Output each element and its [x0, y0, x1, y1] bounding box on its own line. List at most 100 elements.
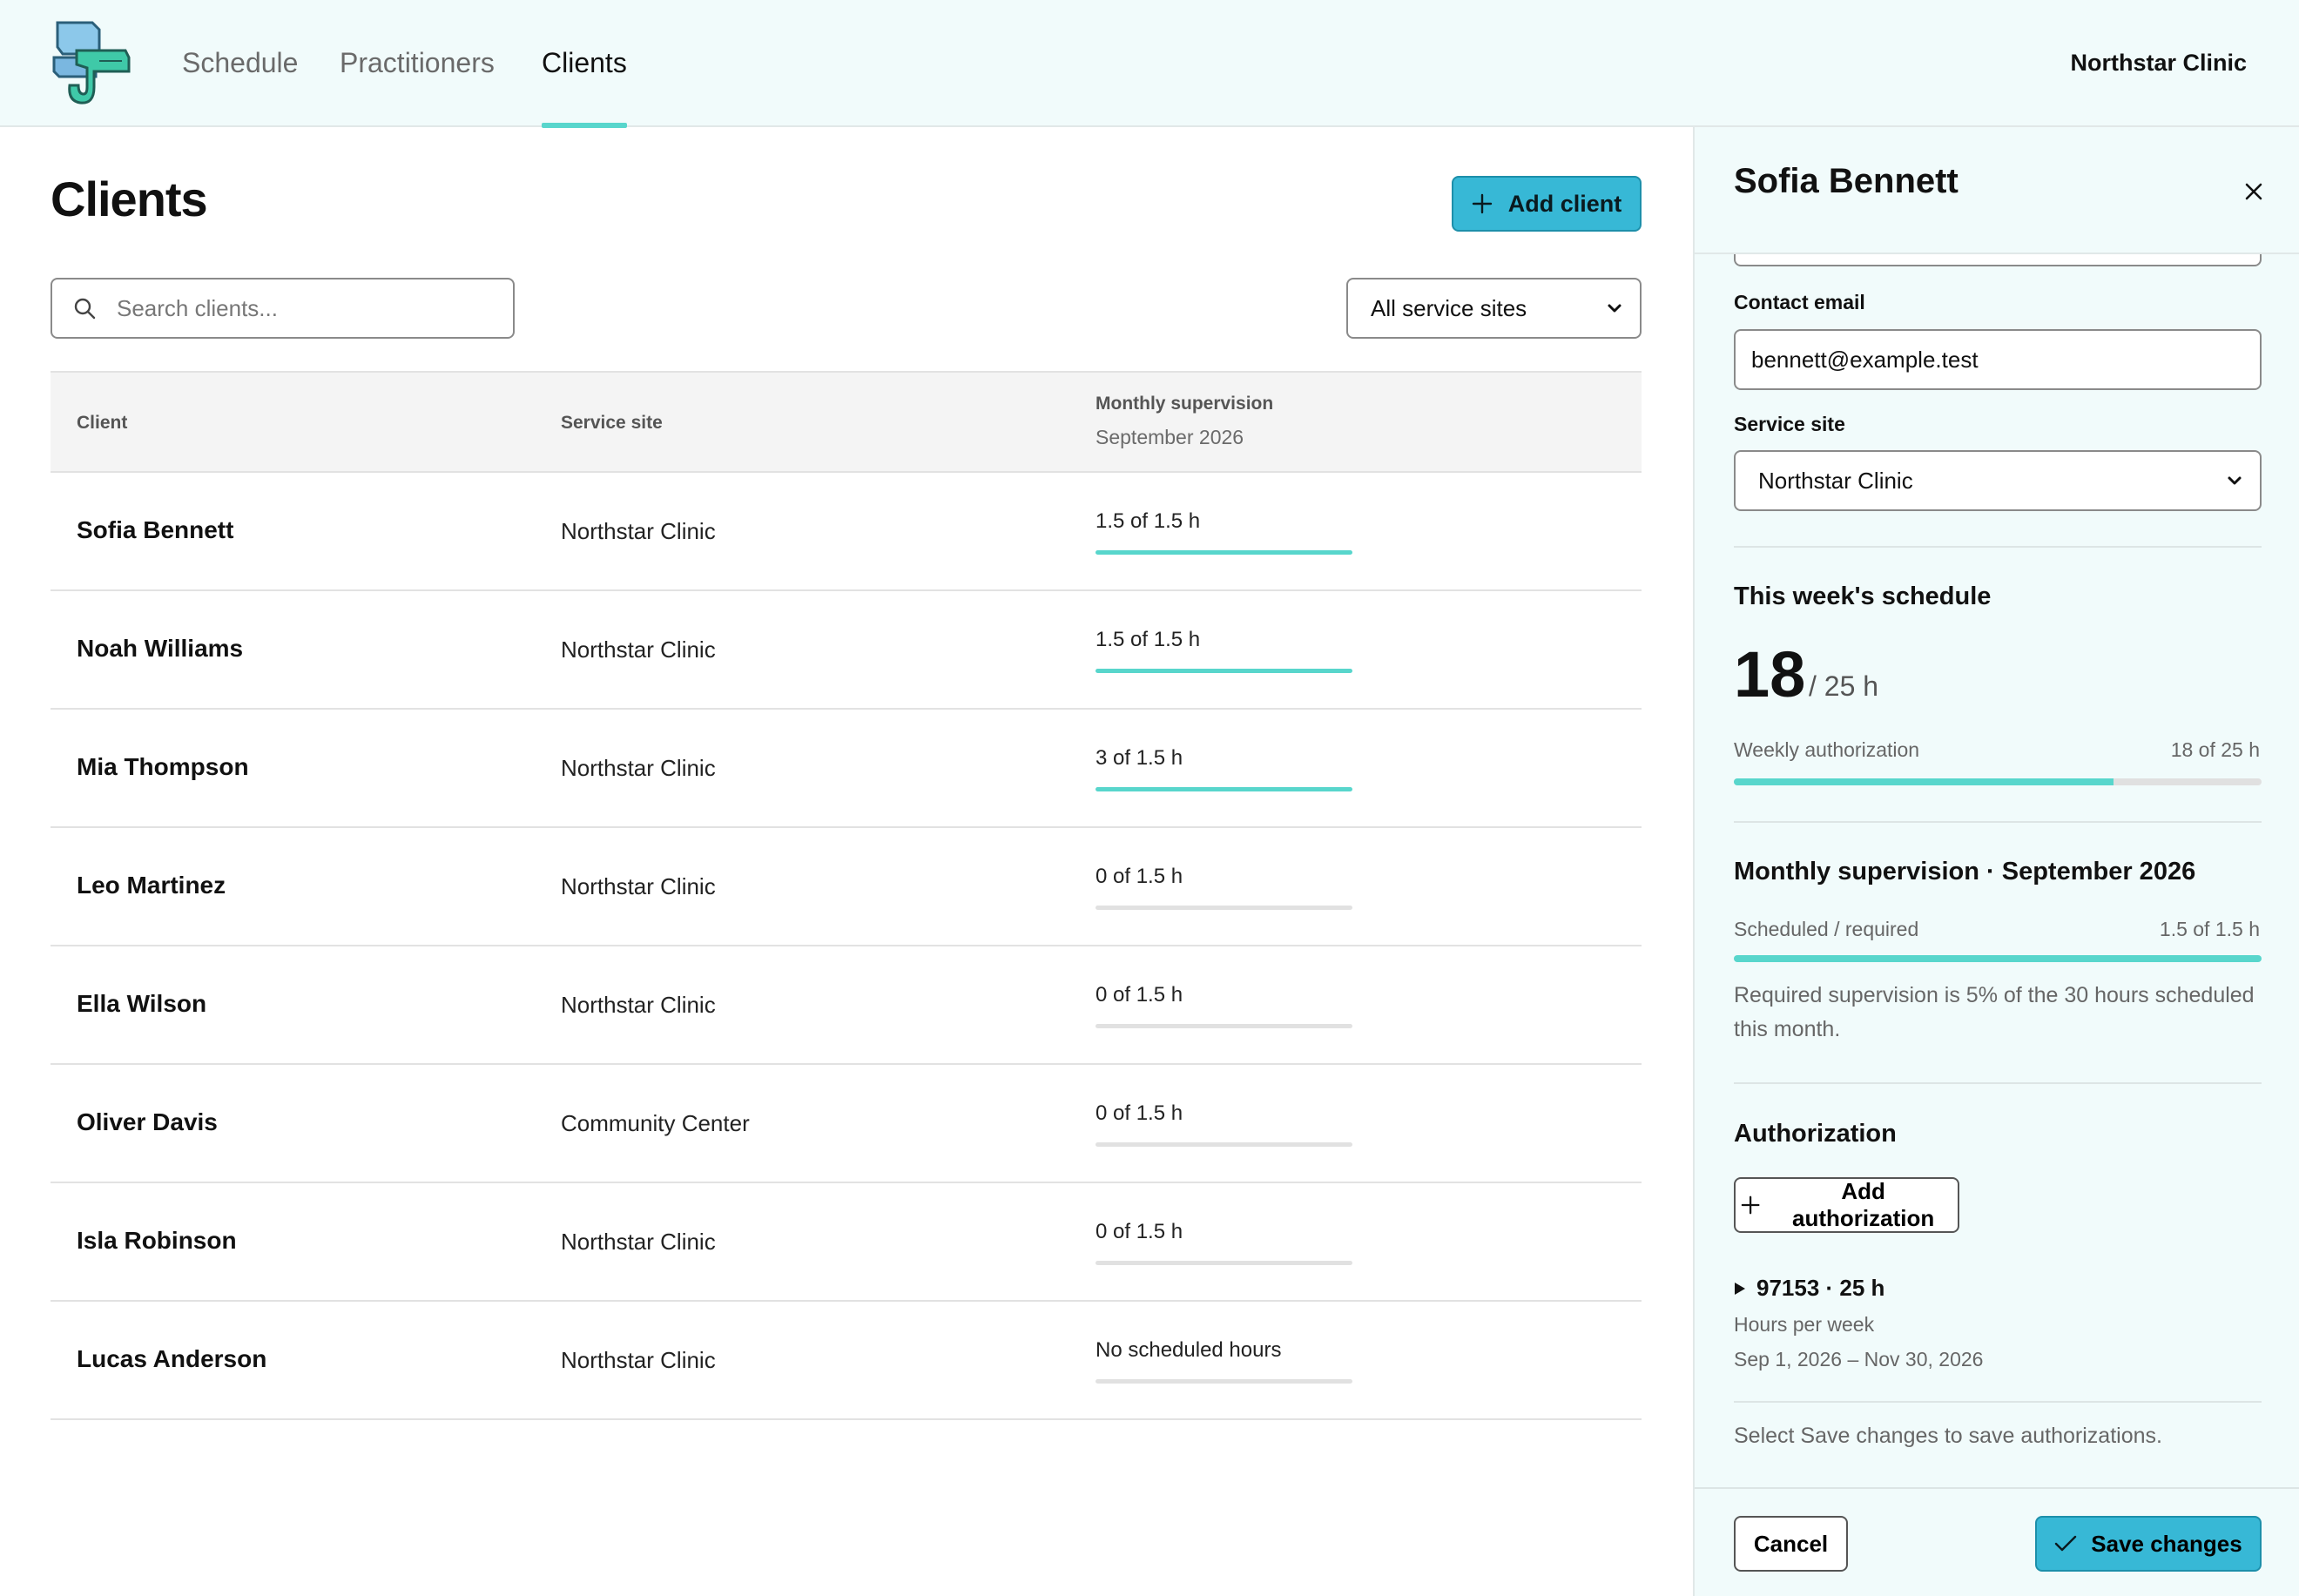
client-service-site: Northstar Clinic	[561, 1229, 716, 1255]
organization-name[interactable]: Northstar Clinic	[2070, 0, 2247, 125]
client-service-site: Community Center	[561, 1110, 750, 1136]
column-header-service-site[interactable]: Service site	[561, 413, 663, 434]
supervision-note: Required supervision is 5% of the 30 hou…	[1734, 983, 2255, 1041]
close-icon[interactable]	[2243, 181, 2264, 202]
supervision-scheduled-value: 1.5 of 1.5 h	[2159, 918, 2260, 940]
supervision-text: 3 of 1.5 h	[1096, 746, 1183, 770]
add-authorization-button[interactable]: Add authorization	[1734, 1177, 1959, 1233]
plus-icon	[1741, 1195, 1760, 1215]
supervision-progress	[1096, 1024, 1352, 1028]
tab-practitioners[interactable]: Practitioners	[340, 0, 495, 127]
client-name[interactable]: Leo Martinez	[77, 872, 226, 899]
authorization-item-range: Sep 1, 2026 – Nov 30, 2026	[1734, 1348, 1984, 1370]
weekly-authorization-label: Weekly authorization	[1734, 738, 1920, 761]
clients-table: Client Service site Monthly supervision …	[51, 371, 1642, 1420]
supervision-text: 0 of 1.5 h	[1096, 1101, 1183, 1125]
search-input[interactable]	[115, 293, 481, 323]
app-logo[interactable]	[51, 19, 132, 108]
contact-email-field[interactable]	[1734, 329, 2262, 390]
chevron-down-icon	[1608, 304, 1621, 313]
client-name[interactable]: Mia Thompson	[77, 753, 249, 781]
client-name[interactable]: Sofia Bennett	[77, 516, 233, 544]
chevron-down-icon	[2228, 476, 2242, 485]
authorization-heading: Authorization	[1734, 1120, 1897, 1148]
supervision-progress-fill	[1096, 787, 1352, 791]
authorization-item-summary: 97153 · 25 h	[1756, 1275, 1885, 1301]
section-divider	[1734, 546, 2262, 548]
table-row[interactable]: Ella Wilson Northstar Clinic 0 of 1.5 h	[51, 946, 1642, 1065]
client-service-site: Northstar Clinic	[561, 755, 716, 781]
client-name[interactable]: Isla Robinson	[77, 1227, 237, 1255]
tab-clients[interactable]: Clients	[542, 0, 627, 128]
supervision-progress	[1096, 906, 1352, 910]
client-name[interactable]: Ella Wilson	[77, 990, 206, 1018]
client-name[interactable]: Noah Williams	[77, 635, 243, 663]
weekly-authorization-progress-fill	[1734, 778, 2114, 785]
week-schedule-heading: This week's schedule	[1734, 583, 1992, 610]
authorization-item-toggle[interactable]: 97153 · 25 h	[1734, 1275, 1884, 1302]
supervision-progress	[1096, 669, 1352, 673]
client-service-site: Northstar Clinic	[561, 992, 716, 1018]
add-client-label: Add client	[1507, 190, 1622, 217]
page-title: Clients	[51, 172, 208, 226]
client-name[interactable]: Oliver Davis	[77, 1108, 218, 1136]
authorization-item-unit: Hours per week	[1734, 1313, 1875, 1336]
supervision-text: 1.5 of 1.5 h	[1096, 628, 1201, 651]
client-service-site: Northstar Clinic	[561, 518, 716, 544]
client-service-site: Northstar Clinic	[561, 636, 716, 663]
supervision-scheduled-label: Scheduled / required	[1734, 918, 1919, 940]
weekly-authorization-progress	[1734, 778, 2262, 785]
service-site-select-value: Northstar Clinic	[1758, 467, 1913, 494]
weekly-authorization-value: 18 of 25 h	[2170, 738, 2260, 761]
section-divider	[1734, 1082, 2262, 1084]
tab-schedule[interactable]: Schedule	[182, 0, 298, 127]
section-divider	[1734, 821, 2262, 823]
table-row[interactable]: Oliver Davis Community Center 0 of 1.5 h	[51, 1065, 1642, 1183]
section-divider	[1734, 1401, 2262, 1403]
top-nav: Schedule Practitioners Clients Northstar…	[0, 0, 2299, 128]
save-changes-label: Save changes	[2091, 1530, 2242, 1557]
supervision-text: 1.5 of 1.5 h	[1096, 509, 1201, 533]
column-header-monthly-supervision[interactable]: Monthly supervision	[1096, 394, 1273, 414]
supervision-progress-fill	[1096, 550, 1352, 555]
client-detail-panel: Sofia Bennett Contact email Service site…	[1693, 127, 2299, 1596]
table-row[interactable]: Sofia Bennett Northstar Clinic 1.5 of 1.…	[51, 473, 1642, 591]
supervision-progress-fill	[1096, 669, 1352, 673]
column-header-month: September 2026	[1096, 426, 1244, 448]
supervision-scheduled-progress-fill	[1734, 955, 2262, 962]
triangle-right-icon	[1735, 1282, 1745, 1295]
service-site-filter[interactable]: All service sites	[1346, 278, 1642, 339]
panel-header: Sofia Bennett	[1695, 127, 2299, 254]
supervision-progress	[1096, 1261, 1352, 1265]
client-service-site: Northstar Clinic	[561, 1347, 716, 1373]
table-row[interactable]: Leo Martinez Northstar Clinic 0 of 1.5 h	[51, 828, 1642, 946]
table-row[interactable]: Isla Robinson Northstar Clinic 0 of 1.5 …	[51, 1183, 1642, 1302]
add-client-button[interactable]: Add client	[1452, 176, 1642, 232]
panel-title: Sofia Bennett	[1734, 162, 1959, 200]
monthly-supervision-heading: Monthly supervision · September 2026	[1734, 858, 2196, 886]
column-header-client[interactable]: Client	[77, 413, 127, 434]
save-note: Select Save changes to save authorizatio…	[1734, 1424, 2162, 1448]
service-site-select[interactable]: Northstar Clinic	[1734, 450, 2262, 511]
service-site-filter-value: All service sites	[1371, 294, 1527, 321]
save-changes-button[interactable]: Save changes	[2035, 1516, 2262, 1572]
client-name[interactable]: Lucas Anderson	[77, 1345, 266, 1373]
table-header: Client Service site Monthly supervision …	[51, 371, 1642, 473]
supervision-progress	[1096, 1379, 1352, 1384]
supervision-progress	[1096, 787, 1352, 791]
table-row[interactable]: Mia Thompson Northstar Clinic 3 of 1.5 h	[51, 710, 1642, 828]
table-row[interactable]: Lucas Anderson Northstar Clinic No sched…	[51, 1302, 1642, 1420]
supervision-progress	[1096, 550, 1352, 555]
search-icon	[74, 298, 96, 320]
contact-email-label: Contact email	[1734, 291, 1865, 313]
panel-footer: Cancel Save changes	[1695, 1487, 2299, 1596]
supervision-text: 0 of 1.5 h	[1096, 865, 1183, 888]
week-hours-total: / 25 h	[1809, 670, 1879, 702]
week-hours-scheduled: 18	[1734, 638, 1806, 710]
service-site-label: Service site	[1734, 413, 1845, 435]
table-row[interactable]: Noah Williams Northstar Clinic 1.5 of 1.…	[51, 591, 1642, 710]
supervision-progress	[1096, 1142, 1352, 1147]
cancel-button[interactable]: Cancel	[1734, 1516, 1848, 1572]
add-authorization-label: Add authorization	[1792, 1178, 1935, 1231]
search-box[interactable]	[51, 278, 515, 339]
